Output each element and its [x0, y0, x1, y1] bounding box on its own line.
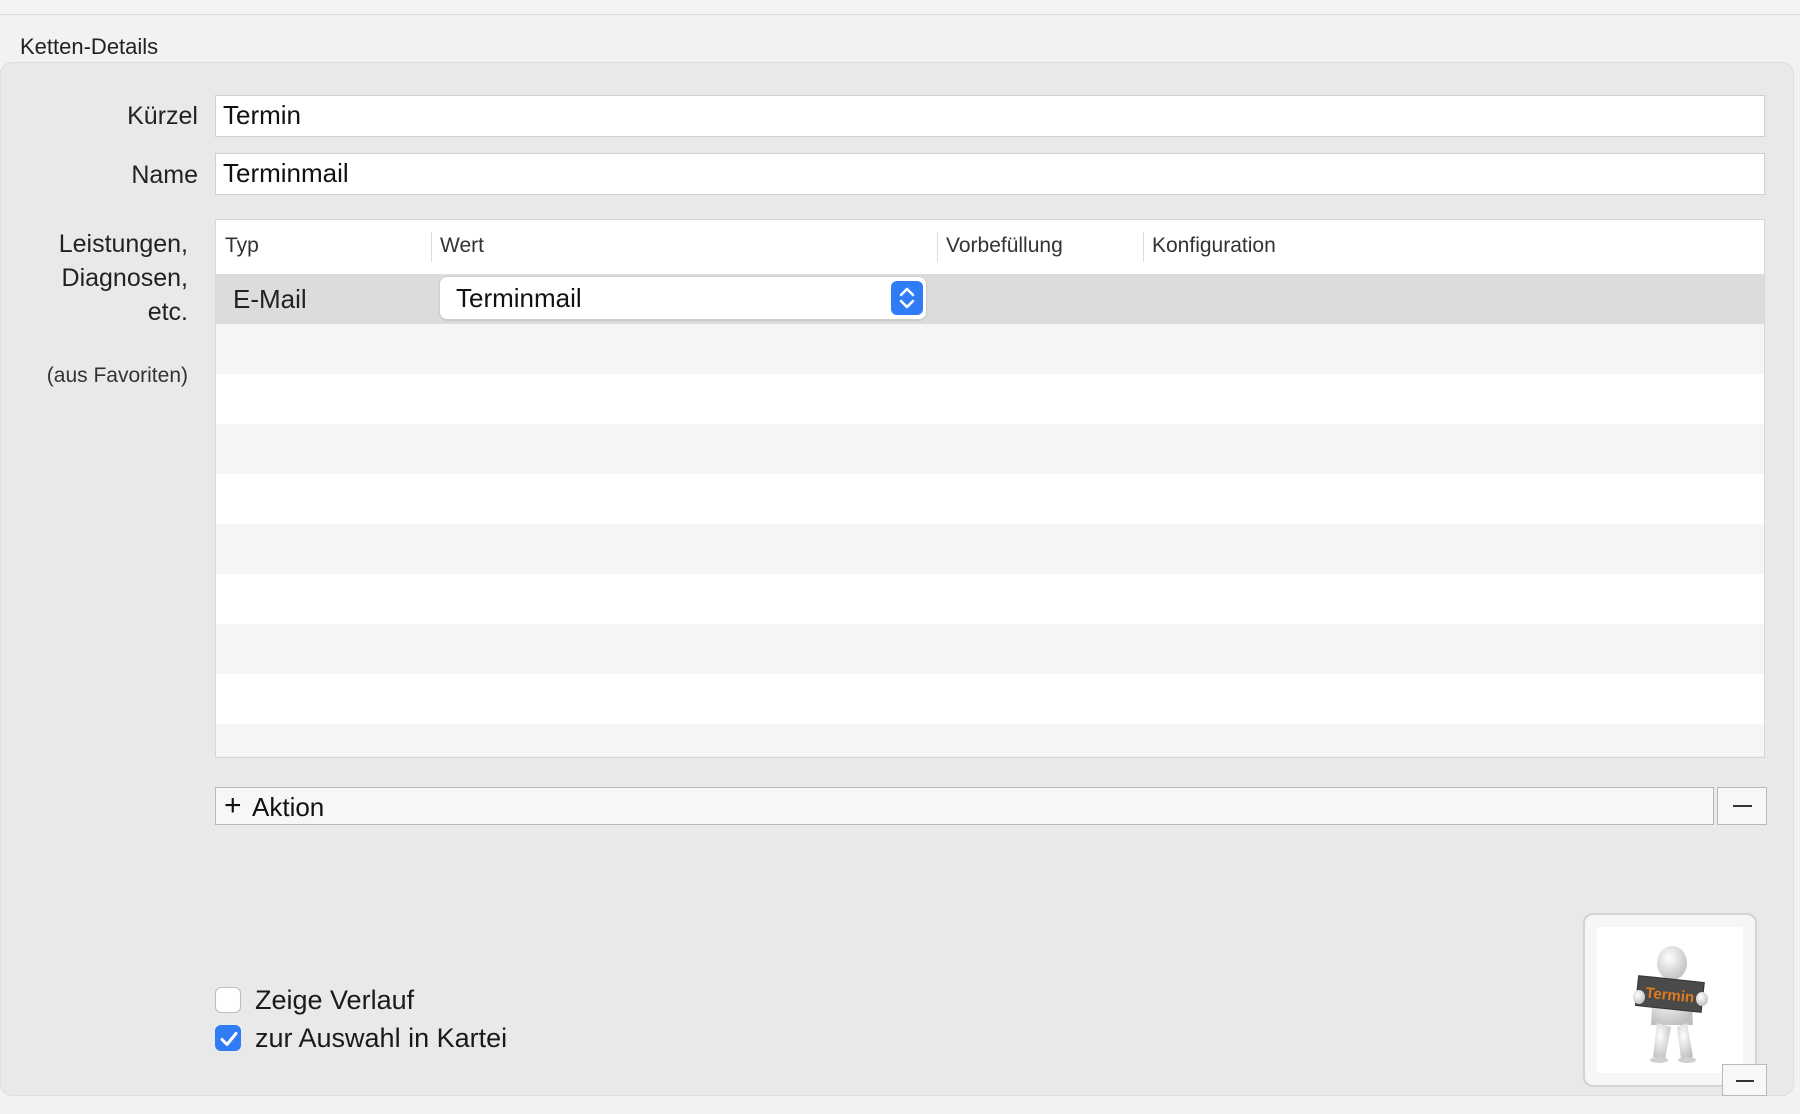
name-field[interactable]: Terminmail	[215, 153, 1765, 195]
empty-row	[216, 474, 1764, 524]
empty-row	[216, 424, 1764, 474]
cell-typ: E-Mail	[233, 284, 307, 314]
name-label: Name	[131, 161, 198, 189]
table-header: Typ Wert Vorbefüllung Konfiguration	[216, 220, 1764, 275]
name-value: Terminmail	[223, 158, 349, 188]
zeige-verlauf-label[interactable]: Zeige Verlauf	[255, 985, 414, 1016]
list-label: Leistungen, Diagnosen, etc.	[20, 227, 188, 329]
zur-auswahl-checkbox[interactable]	[215, 1025, 241, 1051]
chain-image-well[interactable]: Termin	[1583, 913, 1757, 1087]
wert-popup-button[interactable]: Terminmail	[440, 277, 926, 319]
zur-auswahl-label[interactable]: zur Auswahl in Kartei	[255, 1023, 507, 1054]
column-header-wert[interactable]: Wert	[440, 234, 484, 258]
horizontal-scrollbar-track	[216, 756, 1764, 757]
figure-holding-sign-icon: Termin	[1633, 946, 1708, 1063]
group-title: Ketten-Details	[20, 34, 159, 59]
kuerzel-value: Termin	[223, 100, 302, 130]
empty-row	[216, 324, 1764, 374]
column-divider	[1143, 232, 1144, 262]
kuerzel-label: Kürzel	[127, 102, 198, 130]
kuerzel-field[interactable]: Termin	[215, 95, 1765, 137]
empty-row	[216, 524, 1764, 574]
column-divider	[937, 232, 938, 262]
wert-popup-value: Terminmail	[456, 283, 582, 313]
empty-row	[216, 724, 1764, 757]
column-header-konfiguration[interactable]: Konfiguration	[1152, 234, 1276, 258]
empty-row	[216, 674, 1764, 724]
chain-image: Termin	[1597, 927, 1743, 1073]
empty-row	[216, 574, 1764, 624]
plus-icon: +	[224, 789, 242, 822]
add-action-button[interactable]: + Aktion	[215, 787, 1714, 825]
column-divider	[431, 232, 432, 262]
list-label-line1: Leistungen,	[58, 230, 188, 258]
zeige-verlauf-checkbox[interactable]	[215, 987, 241, 1013]
list-label-line2: Diagnosen,	[61, 264, 188, 292]
table-rows: E-Mail Terminmail	[216, 274, 1764, 757]
checkmark-icon	[220, 1032, 238, 1046]
actions-table[interactable]: Typ Wert Vorbefüllung Konfiguration E-Ma…	[215, 219, 1765, 758]
table-row[interactable]: E-Mail Terminmail	[216, 274, 1764, 324]
minus-icon	[1733, 805, 1752, 807]
add-action-label: Aktion	[252, 792, 325, 822]
remove-image-button[interactable]	[1722, 1064, 1767, 1096]
column-header-vorbefuellung[interactable]: Vorbefüllung	[946, 234, 1063, 258]
list-sublabel: (aus Favoriten)	[46, 364, 188, 387]
minus-icon	[1736, 1080, 1754, 1082]
chevron-up-down-icon	[891, 281, 923, 315]
list-label-line3: etc.	[147, 298, 188, 326]
empty-row	[216, 624, 1764, 674]
window-top-edge	[0, 0, 1800, 15]
column-header-typ[interactable]: Typ	[225, 234, 259, 258]
remove-action-button[interactable]	[1717, 787, 1767, 825]
empty-row	[216, 374, 1764, 424]
